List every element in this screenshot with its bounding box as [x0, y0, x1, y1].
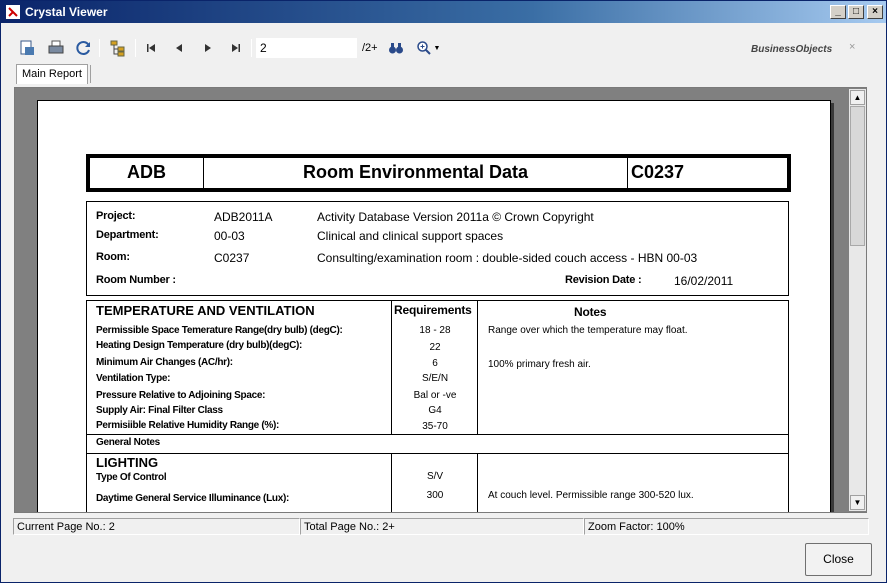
print-button[interactable]: [46, 38, 66, 58]
temp-row-value: G4: [428, 405, 442, 416]
temp-row-label: Ventilation Type:: [96, 373, 171, 384]
refresh-button[interactable]: [74, 38, 94, 58]
temp-row-value: 18 - 28: [419, 325, 451, 336]
lighting-row-value: 300: [426, 490, 444, 501]
total-page-status: Total Page No.: 2+: [300, 518, 584, 535]
temp-row-note: 100% primary fresh air.: [488, 359, 591, 370]
scroll-thumb[interactable]: [850, 106, 865, 246]
department-label: Department:: [96, 229, 159, 241]
vertical-scrollbar[interactable]: ▲ ▼: [849, 89, 866, 511]
temp-row-label: Minimum Air Changes (AC/hr):: [96, 357, 233, 368]
first-page-button[interactable]: [141, 38, 161, 58]
general-notes-label: General Notes: [96, 437, 160, 448]
lighting-row-label: Type Of Control: [96, 472, 167, 483]
group-tree-icon: [110, 40, 125, 57]
export-button[interactable]: [17, 38, 37, 58]
printer-icon: [48, 40, 64, 54]
department-code: 00-03: [214, 229, 245, 243]
current-page-status: Current Page No.: 2: [13, 518, 300, 535]
crystal-viewer-window: Crystal Viewer _ □ × 2 /2+ ▼ BusinessObj…: [0, 0, 887, 583]
temp-row-label: Pressure Relative to Adjoining Space:: [96, 390, 266, 401]
first-page-icon: [147, 44, 155, 52]
binoculars-icon: [389, 43, 403, 54]
zoom-factor-status: Zoom Factor: 100%: [584, 518, 869, 535]
scroll-up-icon[interactable]: ▲: [850, 90, 865, 105]
last-page-icon: [232, 44, 240, 52]
project-label: Project:: [96, 210, 136, 222]
project-info-box: Project: ADB2011A Activity Database Vers…: [86, 201, 789, 296]
zoom-dropdown-button[interactable]: ▼: [414, 38, 442, 58]
report-viewer-pane[interactable]: ADB Room Environmental Data C0237 Projec…: [14, 87, 867, 513]
temp-row-label: Permissible Space Temerature Range(dry b…: [96, 325, 343, 336]
header-room-code: C0237: [631, 162, 685, 182]
lighting-row-note: At couch level. Permissible range 300-52…: [488, 490, 694, 501]
next-page-icon: [205, 44, 211, 52]
minimize-button[interactable]: _: [830, 5, 846, 19]
businessobjects-logo: BusinessObjects: [751, 44, 833, 55]
room-label: Room:: [96, 251, 130, 263]
status-bar: Current Page No.: 2 Total Page No.: 2+ Z…: [13, 518, 869, 535]
temp-row-value: 6: [432, 358, 438, 369]
page-title: Room Environmental Data: [302, 162, 529, 182]
refresh-icon: [76, 41, 90, 55]
header-code: ADB: [127, 162, 166, 182]
page-total-label: /2+: [362, 42, 378, 54]
lighting-row-label: Daytime General Service Illuminance (Lux…: [96, 493, 290, 504]
temperature-section-title: TEMPERATURE AND VENTILATION: [96, 303, 315, 318]
revision-date-value: 16/02/2011: [674, 274, 734, 288]
project-description: Activity Database Version 2011a © Crown …: [317, 210, 594, 224]
export-icon: [20, 40, 34, 55]
project-code: ADB2011A: [214, 210, 273, 224]
temp-row-value: 22: [429, 342, 441, 353]
next-page-button[interactable]: [198, 38, 218, 58]
chevron-down-icon: ▼: [433, 44, 441, 52]
requirements-header: Requirements: [394, 303, 472, 317]
report-tab-bar: Main Report: [13, 63, 875, 85]
report-page: ADB Room Environmental Data C0237 Projec…: [37, 100, 831, 512]
window-title: Crystal Viewer: [25, 5, 108, 19]
tab-main-report[interactable]: Main Report: [16, 64, 88, 84]
last-page-button[interactable]: [226, 38, 246, 58]
maximize-button[interactable]: □: [848, 5, 864, 19]
scroll-down-icon[interactable]: ▼: [850, 495, 865, 510]
crystal-viewer-app-icon: [6, 5, 20, 19]
page-number-input[interactable]: [256, 38, 357, 58]
lighting-row-value: S/V: [426, 471, 444, 482]
find-text-button[interactable]: [386, 38, 406, 58]
toolbar: /2+ ▼ BusinessObjects ×: [13, 36, 875, 62]
department-description: Clinical and clinical support spaces: [317, 229, 504, 243]
close-button[interactable]: Close: [805, 543, 872, 576]
notes-header: Notes: [574, 305, 607, 319]
temp-row-value: S/E/N: [421, 373, 449, 384]
room-code: C0237: [214, 251, 250, 265]
zoom-icon: [416, 41, 431, 55]
temp-row-label: Heating Design Temperature (dry bulb)(de…: [96, 340, 303, 351]
temp-row-value: Bal or -ve: [413, 390, 457, 401]
temp-row-label: Supply Air: Final Filter Class: [96, 405, 223, 416]
previous-page-button[interactable]: [169, 38, 189, 58]
room-number-label: Room Number :: [96, 274, 176, 286]
lighting-section-title: LIGHTING: [96, 455, 159, 470]
previous-page-icon: [176, 44, 182, 52]
room-description: Consulting/examination room : double-sid…: [317, 251, 698, 265]
close-window-button[interactable]: ×: [867, 5, 883, 19]
temp-row-value: 35-70: [422, 421, 448, 432]
revision-date-label: Revision Date :: [565, 274, 642, 286]
requirements-table: TEMPERATURE AND VENTILATION Requirements…: [86, 300, 789, 512]
temp-row-note: Range over which the temperature may flo…: [488, 325, 688, 336]
report-header-box: ADB Room Environmental Data C0237: [86, 154, 791, 192]
brand-close-icon[interactable]: ×: [849, 41, 855, 53]
title-bar: Crystal Viewer _ □ ×: [1, 1, 886, 23]
group-tree-button[interactable]: [108, 38, 128, 58]
temp-row-label: Permisiible Relative Humidity Range (%):: [96, 420, 280, 431]
